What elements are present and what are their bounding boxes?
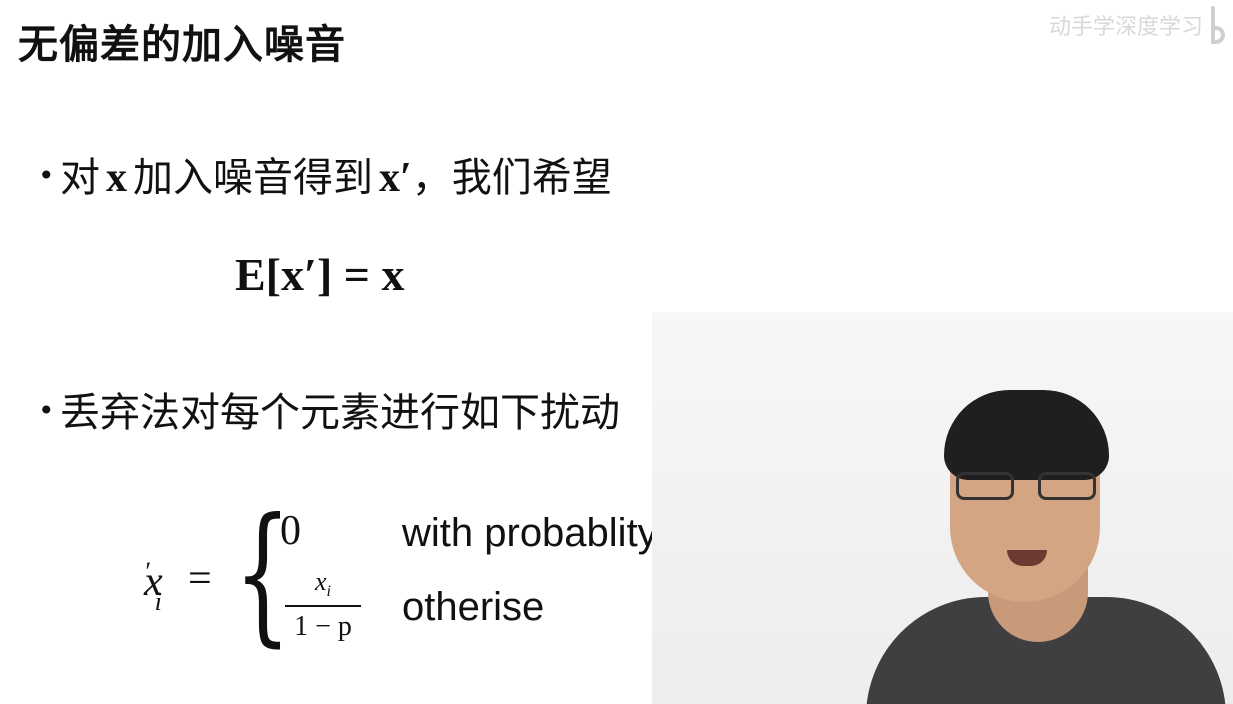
presenter-video — [652, 312, 1233, 704]
formula-lhs: xi′ — [143, 557, 176, 616]
case2-condition: otherise — [402, 585, 545, 629]
bullet-2-text: 丢弃法对每个元素进行如下扰动 — [60, 390, 620, 436]
case1-condition-text: with probablity — [402, 511, 658, 555]
bullet-1-pre: 对 — [60, 155, 100, 201]
fraction-bar — [285, 605, 361, 608]
watermark-text: 动手学深度学习 — [1048, 15, 1203, 40]
bullet-1: • 对 x 加入噪音得到 x′ ，我们希望 — [38, 145, 612, 203]
expectation-equation: E[x′] = x — [235, 249, 405, 300]
lhs-sub: i — [154, 587, 162, 617]
bilibili-logo-icon — [1209, 6, 1225, 44]
numerator-sub: i — [326, 583, 331, 601]
case1-value: 0 — [280, 508, 301, 554]
watermark: 动手学深度学习 — [1049, 6, 1225, 44]
fraction-numerator: xi — [285, 567, 361, 601]
presenter-hair — [944, 390, 1109, 480]
bullet-1-math-x: x — [106, 155, 127, 201]
bullet-1-post: ，我们希望 — [411, 155, 612, 201]
case2-fraction: xi 1 − p — [285, 567, 361, 643]
case1-condition: with probablity p — [402, 509, 690, 557]
bullet-2: • 丢弃法对每个元素进行如下扰动 — [38, 380, 620, 438]
slide-title: 无偏差的加入噪音 — [18, 22, 346, 68]
formula-equals: = — [188, 556, 212, 602]
numerator-var: x — [315, 567, 327, 596]
bullet-1-mid: 加入噪音得到 — [133, 155, 373, 201]
fraction-denominator: 1 − p — [294, 611, 352, 643]
glasses-icon — [956, 472, 1096, 502]
bullet-dot-icon: • — [38, 394, 55, 427]
bullet-dot-icon: • — [38, 159, 55, 192]
bullet-1-math-xprime: x′ — [379, 155, 412, 201]
lhs-prime: ′ — [143, 557, 150, 586]
